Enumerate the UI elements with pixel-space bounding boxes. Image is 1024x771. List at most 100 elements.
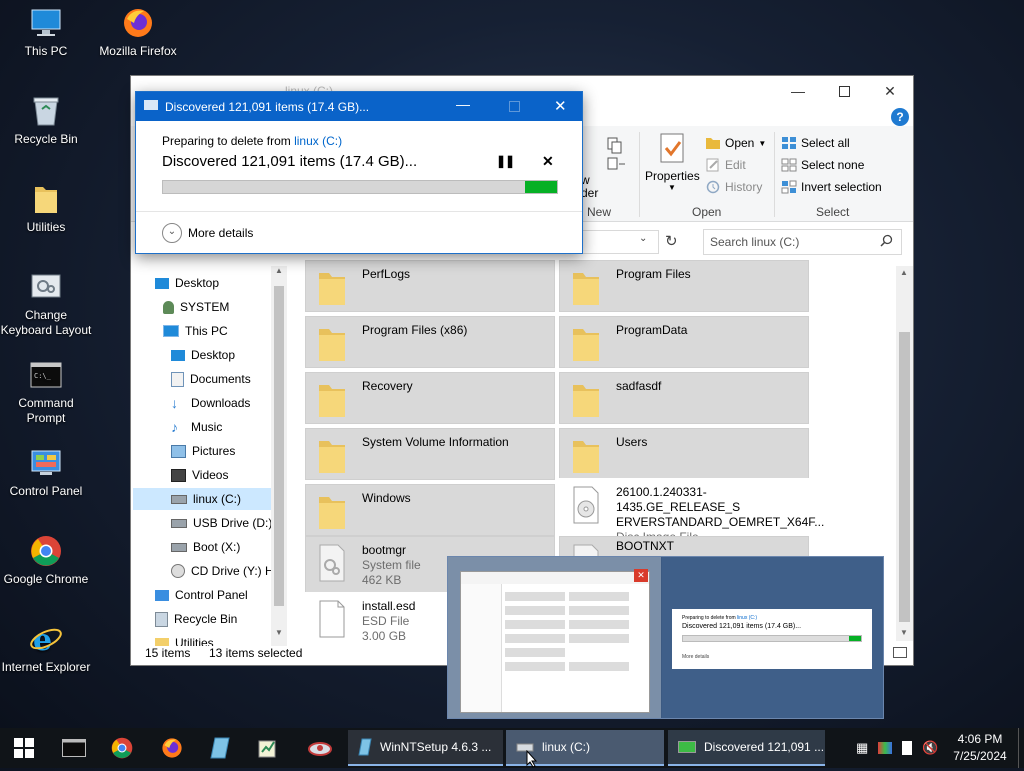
- file-tile-programdata[interactable]: ProgramData: [559, 316, 809, 368]
- preparing-prefix: Preparing to delete from: [162, 134, 295, 148]
- nav-item-this-pc[interactable]: This PC: [163, 320, 228, 342]
- scroll-thumb[interactable]: [899, 332, 910, 622]
- select-none-button[interactable]: Select none: [781, 158, 864, 172]
- taskbar-chrome[interactable]: [100, 728, 144, 768]
- thumbnail-explorer[interactable]: ✕: [448, 557, 661, 718]
- desktop-icon-command-prompt[interactable]: C:\_ Command Prompt: [0, 358, 92, 426]
- thumbnail-dialog[interactable]: Preparing to delete from linux (C:) Disc…: [662, 557, 883, 718]
- nav-item-label: linux (C:): [193, 492, 242, 506]
- taskbar-command-prompt[interactable]: [52, 728, 96, 768]
- dialog-title: Discovered 121,091 items (17.4 GB)...: [165, 100, 370, 114]
- desktop-icon-label: Utilities: [26, 220, 66, 234]
- desktop-icon-recycle-bin[interactable]: Recycle Bin: [0, 94, 92, 147]
- open-dropdown-icon: ▼: [758, 138, 767, 148]
- maximize-icon: [509, 101, 520, 112]
- file-tile-program-files[interactable]: Program Files: [559, 260, 809, 312]
- desktop-icon-change-keyboard-layout[interactable]: Change Keyboard Layout: [0, 270, 92, 338]
- file-tile-program-files-x86[interactable]: Program Files (x86): [305, 316, 555, 368]
- select-all-button[interactable]: Select all: [781, 136, 850, 150]
- show-desktop-button[interactable]: [1018, 728, 1024, 768]
- clipboard-tray-icon[interactable]: [902, 741, 913, 755]
- navigation-scrollbar[interactable]: ▲ ▼: [271, 266, 287, 646]
- nav-item-boot-x[interactable]: Boot (X:): [171, 536, 240, 558]
- scroll-down-icon[interactable]: ▼: [275, 628, 283, 637]
- nav-item-control-panel[interactable]: Control Panel: [155, 584, 248, 606]
- desktop-icon-utilities[interactable]: Utilities: [0, 182, 92, 235]
- scroll-thumb[interactable]: [274, 286, 284, 606]
- maximize-button[interactable]: [821, 76, 867, 106]
- ribbon-divider: [774, 132, 775, 217]
- scroll-up-icon[interactable]: ▲: [275, 266, 283, 275]
- start-icon: [14, 738, 34, 758]
- display-tray-icon[interactable]: [878, 742, 893, 754]
- nav-item-downloads[interactable]: ↓ Downloads: [171, 392, 250, 414]
- taskbar-notepad[interactable]: [198, 728, 242, 768]
- taskbar-network-tool[interactable]: [296, 728, 344, 768]
- more-details-button[interactable]: ⌄ More details: [162, 223, 253, 243]
- close-button[interactable]: ✕: [867, 76, 913, 106]
- start-button[interactable]: [0, 728, 48, 768]
- scroll-up-icon[interactable]: ▲: [900, 268, 908, 277]
- this-pc-icon: [163, 325, 179, 337]
- network-tray-icon[interactable]: ▦: [856, 740, 868, 756]
- clock[interactable]: 4:06 PM 7/25/2024: [948, 731, 1012, 765]
- pause-button[interactable]: ❚❚: [496, 154, 515, 168]
- nav-item-music[interactable]: ♪ Music: [171, 416, 222, 438]
- nav-item-desktop-2[interactable]: Desktop: [171, 344, 235, 366]
- file-tile-windows[interactable]: Windows: [305, 484, 555, 536]
- minimize-icon: —: [791, 83, 805, 99]
- nav-item-cd-drive[interactable]: CD Drive (Y:) H: [171, 560, 274, 582]
- thumbnail-close-button[interactable]: ✕: [634, 569, 648, 582]
- help-icon[interactable]: ?: [891, 108, 909, 126]
- taskbar-winntsetup[interactable]: [246, 728, 290, 768]
- file-tile-perflogs[interactable]: PerfLogs: [305, 260, 555, 312]
- desktop-icon-internet-explorer[interactable]: e Internet Explorer: [0, 622, 92, 675]
- nav-item-videos[interactable]: Videos: [171, 464, 228, 486]
- thumbnail-more-details: More details: [682, 654, 710, 660]
- volume-muted-icon[interactable]: 🔇: [922, 740, 938, 756]
- minimize-button[interactable]: —: [775, 76, 821, 106]
- nav-item-documents[interactable]: Documents: [171, 368, 251, 390]
- edit-button[interactable]: Edit: [705, 158, 746, 172]
- properties-label: Properties: [645, 169, 700, 183]
- open-button[interactable]: Open ▼: [705, 136, 766, 150]
- new-item-icon[interactable]: [606, 136, 628, 176]
- file-tile-system-volume-information[interactable]: System Volume Information: [305, 428, 555, 480]
- refresh-icon[interactable]: ↻: [665, 232, 678, 250]
- source-link[interactable]: linux (C:): [294, 134, 342, 148]
- file-tile-recovery[interactable]: Recovery: [305, 372, 555, 424]
- taskbar-firefox[interactable]: [150, 728, 194, 768]
- search-input[interactable]: Search linux (C:): [703, 229, 902, 255]
- close-icon[interactable]: ✕: [554, 97, 567, 115]
- history-button[interactable]: History: [705, 180, 762, 194]
- file-tile-sadfasdf[interactable]: sadfasdf: [559, 372, 809, 424]
- desktop-icon-firefox[interactable]: Mozilla Firefox: [92, 6, 184, 59]
- scroll-down-icon[interactable]: ▼: [900, 628, 908, 637]
- content-scrollbar[interactable]: ▲ ▼: [896, 266, 913, 641]
- desktop-icon-label: Recycle Bin: [14, 132, 78, 146]
- details-view-icon[interactable]: [893, 647, 907, 658]
- address-dropdown-icon[interactable]: ⌄: [639, 233, 647, 244]
- nav-item-usb-drive[interactable]: USB Drive (D:): [171, 512, 272, 534]
- desktop-icon-control-panel[interactable]: Control Panel: [0, 446, 92, 499]
- desktop-icon-google-chrome[interactable]: Google Chrome: [0, 534, 92, 587]
- file-tile-users[interactable]: Users: [559, 428, 809, 480]
- nav-item-label: Control Panel: [175, 588, 248, 602]
- nav-item-system[interactable]: SYSTEM: [163, 296, 229, 318]
- taskbar-window-winntsetup[interactable]: WinNTSetup 4.6.3 ...: [348, 730, 503, 766]
- dialog-titlebar[interactable]: Discovered 121,091 items (17.4 GB)... — …: [136, 92, 582, 121]
- cancel-button[interactable]: ✕: [542, 153, 554, 170]
- nav-item-linux-c[interactable]: linux (C:): [133, 488, 271, 510]
- desktop-icon-this-pc[interactable]: This PC: [0, 6, 92, 59]
- invert-selection-button[interactable]: Invert selection: [781, 180, 882, 194]
- file-tile-iso[interactable]: 26100.1.240331-1435.GE_RELEASE_S ERVERST…: [559, 478, 824, 544]
- select-all-label: Select all: [801, 136, 850, 150]
- minimize-icon[interactable]: —: [456, 96, 470, 112]
- preparing-text: Preparing to delete from linux (C:): [162, 134, 342, 148]
- nav-item-recycle-bin[interactable]: Recycle Bin: [155, 608, 237, 630]
- properties-button[interactable]: Properties ▼: [645, 132, 700, 202]
- address-bar[interactable]: ⌄ ↻: [579, 230, 689, 254]
- nav-item-desktop[interactable]: Desktop: [155, 272, 219, 294]
- nav-item-pictures[interactable]: Pictures: [171, 440, 235, 462]
- taskbar-window-progress-dialog[interactable]: Discovered 121,091 ...: [668, 730, 825, 766]
